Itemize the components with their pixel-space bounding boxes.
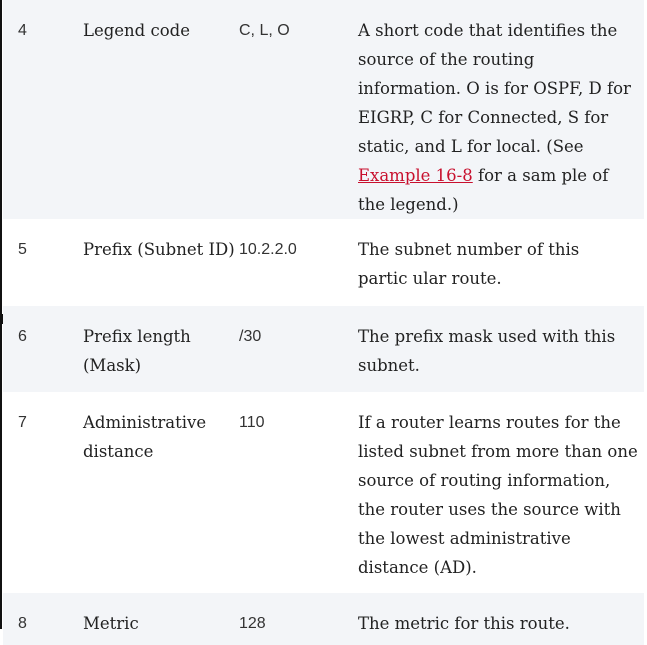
field-description: A short code that identifies the source … <box>358 0 644 219</box>
route-fields-table: 4 Legend code C, L, O A short code that … <box>3 0 644 645</box>
field-value: /30 <box>239 306 358 392</box>
field-description: The prefix mask used with this subnet. <box>358 306 644 392</box>
field-name: Legend code <box>83 0 239 219</box>
field-description: The subnet number of this partic­ ular r… <box>358 219 644 306</box>
description-text: A short code that identifies the source … <box>358 21 631 156</box>
example-link[interactable]: Example 16-8 <box>358 166 473 185</box>
field-name: Administrative distance <box>83 392 239 593</box>
field-value: C, L, O <box>239 0 358 219</box>
field-description: If a router learns routes for the listed… <box>358 392 644 593</box>
table-row: 5 Prefix (Subnet ID) 10.2.2.0 The subnet… <box>3 219 644 306</box>
row-number: 7 <box>3 392 83 593</box>
table-row: 6 Prefix length (Mask) /30 The prefix ma… <box>3 306 644 392</box>
row-number: 5 <box>3 219 83 306</box>
row-number: 6 <box>3 306 83 392</box>
table-row: 7 Administrative distance 110 If a route… <box>3 392 644 593</box>
field-name: Prefix length (Mask) <box>83 306 239 392</box>
row-number: 8 <box>3 593 83 645</box>
row-number: 4 <box>3 0 83 219</box>
field-value: 110 <box>239 392 358 593</box>
field-name: Prefix (Subnet ID) <box>83 219 239 306</box>
field-value: 10.2.2.0 <box>239 219 358 306</box>
table-row: 4 Legend code C, L, O A short code that … <box>3 0 644 219</box>
field-value: 128 <box>239 593 358 645</box>
table-row: 8 Metric 128 The metric for this route. <box>3 593 644 645</box>
field-name: Metric <box>83 593 239 645</box>
field-description: The metric for this route. <box>358 593 644 645</box>
